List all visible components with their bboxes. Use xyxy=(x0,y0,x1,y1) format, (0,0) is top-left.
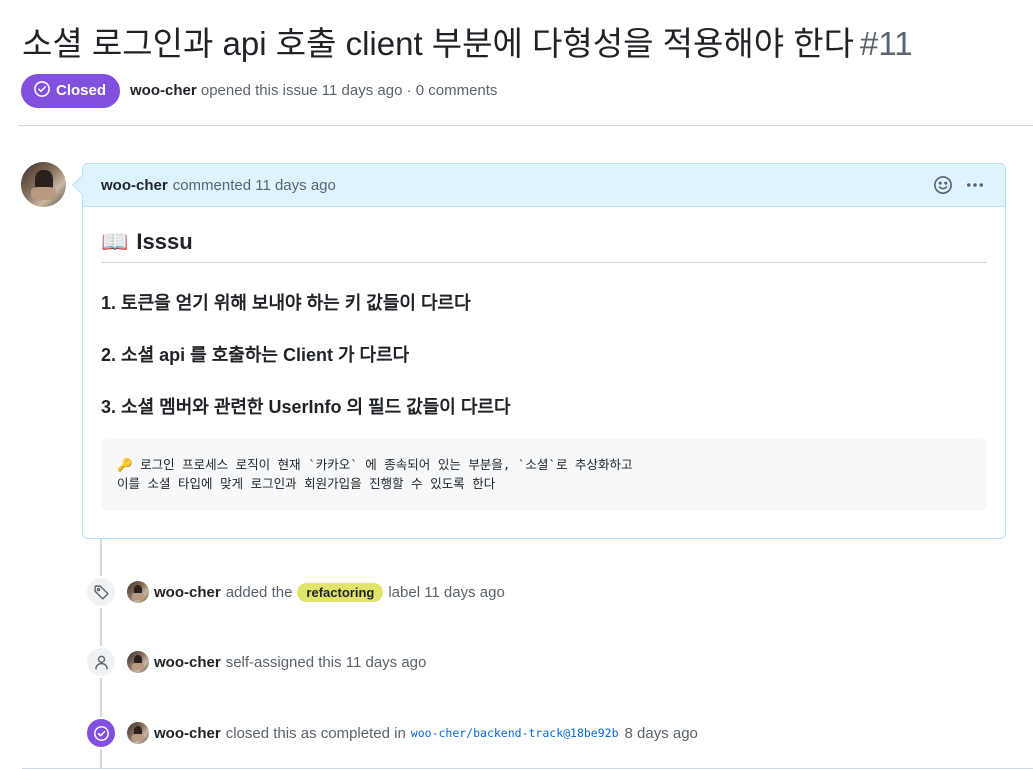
book-icon: 📖 xyxy=(101,229,129,254)
event-text: label 11 days ago xyxy=(388,583,505,601)
avatar[interactable] xyxy=(127,722,149,744)
comment-pointer xyxy=(72,175,92,195)
avatar[interactable] xyxy=(127,651,149,673)
comment-heading-text: Isssu xyxy=(136,229,193,254)
kebab-menu-icon[interactable] xyxy=(965,175,985,199)
event-user-link[interactable]: woo-cher xyxy=(154,725,221,742)
issue-opened-text: opened this issue 11 days ago · 0 commen… xyxy=(200,82,498,99)
code-block: 🔑 로그인 프로세스 로직이 현재 `카카오` 에 종속되어 있는 부분을, `… xyxy=(101,439,987,511)
issue-state-row: Closed woo-cher opened this issue 11 day… xyxy=(21,73,497,108)
tag-icon xyxy=(85,576,117,608)
code-line: 이를 소셜 타입에 맞게 로그인과 회원가입을 진행할 수 있도록 한다 xyxy=(117,476,496,491)
comment-heading: 📖 Isssu xyxy=(101,229,987,263)
timeline-event-assign: woo-cher self-assigned this 11 days ago xyxy=(85,646,426,678)
issue-meta: woo-cher opened this issue 11 days ago ·… xyxy=(130,82,497,99)
comment-header: woo-cher commented 11 days ago xyxy=(72,164,1005,207)
comment-box: woo-cher commented 11 days ago 📖 Isssu 1… xyxy=(72,163,1006,539)
check-circle-icon xyxy=(85,717,117,749)
timeline-event-closed: woo-cher closed this as completed in woo… xyxy=(85,717,698,749)
comment-time[interactable]: commented 11 days ago xyxy=(173,177,336,194)
label-refactoring[interactable]: refactoring xyxy=(297,582,384,602)
header-divider xyxy=(18,125,1033,126)
event-user-link[interactable]: woo-cher xyxy=(154,654,221,671)
event-user-link[interactable]: woo-cher xyxy=(154,584,221,601)
issue-number: #11 xyxy=(859,25,913,62)
list-item: 1. 토큰을 얻기 위해 보내야 하는 키 값들이 다르다 xyxy=(101,293,471,313)
issue-author-link[interactable]: woo-cher xyxy=(130,82,197,99)
state-label: Closed xyxy=(56,82,107,99)
check-circle-icon xyxy=(33,80,51,102)
commit-link[interactable]: woo-cher/backend-track@18be92b xyxy=(411,726,619,740)
person-icon xyxy=(85,646,117,678)
event-text: added the xyxy=(225,583,293,601)
smiley-icon[interactable] xyxy=(933,175,953,199)
issue-title: 소셜 로그인과 api 호출 client 부분에 다형성을 적용해야 한다 xyxy=(22,25,854,62)
event-text: self-assigned this 11 days ago xyxy=(225,653,427,671)
closed-state-badge: Closed xyxy=(21,73,121,108)
comment-author-link[interactable]: woo-cher xyxy=(101,177,168,194)
event-text: closed this as completed in xyxy=(225,724,406,742)
list-item: 2. 소셜 api 를 호출하는 Client 가 다르다 xyxy=(101,345,410,365)
timeline-event-label: woo-cher added the refactoring label 11 … xyxy=(85,576,505,608)
code-line: 🔑 로그인 프로세스 로직이 현재 `카카오` 에 종속되어 있는 부분을, `… xyxy=(117,457,633,472)
issue-title-row: 소셜 로그인과 api 호출 client 부분에 다형성을 적용해야 한다 #1… xyxy=(22,22,913,66)
avatar[interactable] xyxy=(21,162,66,207)
comment-body: 📖 Isssu 1. 토큰을 얻기 위해 보내야 하는 키 값들이 다르다 2.… xyxy=(83,229,1005,511)
list-item: 3. 소셜 멤버와 관련한 UserInfo 의 필드 값들이 다르다 xyxy=(101,397,511,417)
avatar[interactable] xyxy=(127,581,149,603)
event-text: 8 days ago xyxy=(624,724,698,742)
